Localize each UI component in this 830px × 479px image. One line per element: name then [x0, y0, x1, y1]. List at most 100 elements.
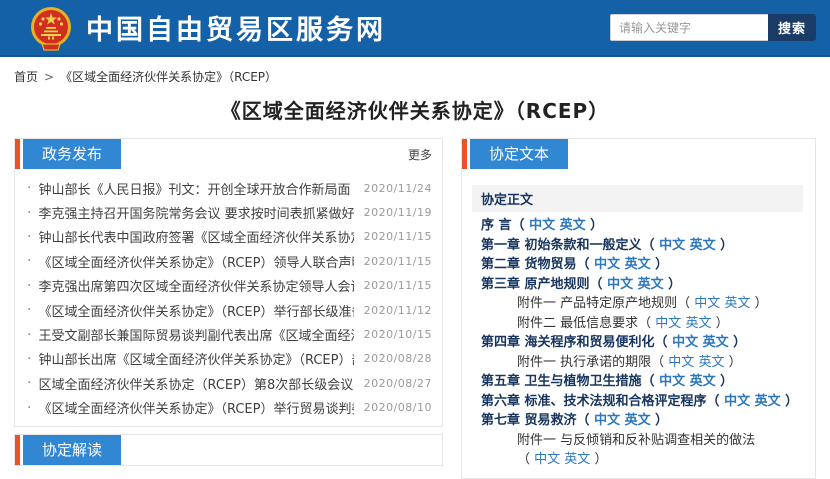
page-title: 《区域全面经济伙伴关系协定》（RCEP）	[0, 95, 830, 124]
paren-open-text: （	[590, 277, 608, 292]
news-item[interactable]: ·王受文副部长兼国际贸易谈判副代表出席《区域全面经济伙...2020/10/15	[25, 322, 432, 346]
entry-label: 第五章 卫生与植物卫生措施	[481, 374, 642, 389]
paren-close-text: ）	[724, 355, 741, 370]
agreement-chapter-row: 第一章 初始条款和一般定义（ 中文 英文 ）	[472, 236, 803, 256]
search-input[interactable]	[610, 14, 768, 41]
language-links: （ 中文 英文 ）	[642, 238, 734, 253]
search-button[interactable]: 搜索	[768, 14, 816, 41]
bullet-icon: ·	[27, 351, 31, 367]
news-item[interactable]: ·钟山部长代表中国政府签署《区域全面经济伙伴关系协定》...2020/11/15	[25, 225, 432, 249]
news-item-title: 钟山部长出席《区域全面经济伙伴关系协定》（RCEP）部长...	[38, 349, 353, 368]
news-item[interactable]: · 《区域全面经济伙伴关系协定》（RCEP）举行部长级准备（... 2020/11/…	[25, 298, 432, 322]
english-version-link[interactable]: 英文	[685, 316, 711, 331]
right-column: 协定文本 协定正文 序 言（ 中文 英文 ）第一章 初始条款和一般定义（ 中文 …	[461, 138, 816, 479]
english-version-link[interactable]: 英文	[560, 218, 586, 233]
language-links: （ 中文 英文 ）	[577, 413, 669, 428]
chinese-version-link[interactable]: 中文	[659, 374, 685, 389]
entry-label: 序 言	[481, 218, 512, 233]
english-version-link[interactable]: 英文	[724, 296, 750, 311]
paren-open-text: （	[642, 238, 660, 253]
left-column: 政务发布 更多 ·钟山部长《人民日报》刊文：开创全球开放合作新局面2020/11…	[14, 138, 443, 466]
english-version-link[interactable]: 英文	[564, 452, 590, 467]
bullet-icon: ·	[27, 229, 31, 245]
language-links: （ 中文 英文 ）	[590, 277, 682, 292]
news-item[interactable]: ·李克强出席第四次区域全面经济伙伴关系协定领导人会议 ...2020/11/15	[25, 274, 432, 298]
news-item-title: 《区域全面经济伙伴关系协定》（RCEP）举行部长级准备（...	[38, 301, 353, 320]
chinese-version-link[interactable]: 中文	[529, 218, 555, 233]
english-version-link[interactable]: 英文	[690, 238, 716, 253]
chinese-version-link[interactable]: 中文	[668, 355, 694, 370]
chinese-version-link[interactable]: 中文	[694, 296, 720, 311]
chinese-version-link[interactable]: 中文	[607, 277, 633, 292]
english-version-link[interactable]: 英文	[638, 277, 664, 292]
chinese-version-link[interactable]: 中文	[655, 316, 681, 331]
english-version-link[interactable]: 英文	[625, 257, 651, 272]
news-item[interactable]: ·区域全面经济伙伴关系协定（RCEP）第8次部长级会议《联...2020/08/…	[25, 371, 432, 395]
news-item[interactable]: ·李克强主持召开国务院常务会议 要求按时间表抓紧做好区...2020/11/19	[25, 200, 432, 224]
entry-label: 第三章 原产地规则	[481, 277, 590, 292]
agreement-chapter-row: 第二章 货物贸易（ 中文 英文 ）	[472, 255, 803, 275]
news-item-date: 2020/11/12	[364, 304, 432, 317]
interpretation-panel: 协定解读	[14, 434, 443, 466]
news-item-date: 2020/11/15	[364, 279, 432, 292]
language-links: （ 中文 英文 ）	[651, 355, 741, 370]
site-header: 中国自由贸易区服务网 搜索	[0, 0, 830, 57]
site-title: 中国自由贸易区服务网	[86, 8, 386, 47]
agreement-annex-row: 附件一 执行承诺的期限（ 中文 英文 ）	[472, 353, 803, 373]
chinese-version-link[interactable]: 中文	[672, 335, 698, 350]
chinese-version-link[interactable]: 中文	[659, 238, 685, 253]
english-version-link[interactable]: 英文	[690, 374, 716, 389]
bullet-icon: ·	[27, 375, 31, 391]
agreement-chapter-row: 第三章 原产地规则（ 中文 英文 ）	[472, 275, 803, 295]
main-content: 政务发布 更多 ·钟山部长《人民日报》刊文：开创全球开放合作新局面2020/11…	[0, 138, 830, 479]
english-version-link[interactable]: 英文	[625, 413, 651, 428]
agreement-entries: 序 言（ 中文 英文 ）第一章 初始条款和一般定义（ 中文 英文 ）第二章 货物…	[472, 216, 803, 470]
news-item-date: 2020/11/15	[364, 255, 432, 268]
accent-bar	[15, 435, 20, 465]
bullet-icon: ·	[27, 302, 31, 318]
news-more-link[interactable]: 更多	[408, 146, 442, 163]
news-item-title: 区域全面经济伙伴关系协定（RCEP）第8次部长级会议《联...	[38, 374, 353, 393]
entry-label: 第四章 海关程序和贸易便利化	[481, 335, 655, 350]
news-item[interactable]: ·《区域全面经济伙伴关系协定》（RCEP）举行贸易谈判委员...2020/08/…	[25, 396, 432, 420]
agreement-chapter-row: 第七章 贸易救济（ 中文 英文 ）	[472, 411, 803, 431]
english-version-link[interactable]: 英文	[703, 335, 729, 350]
breadcrumb-home-link[interactable]: 首页	[14, 68, 38, 85]
news-panel-title: 政务发布	[23, 139, 121, 169]
news-item-title: 《区域全面经济伙伴关系协定》（RCEP）领导人联合声明	[38, 252, 353, 271]
entry-label: 附件一 与反倾销和反补贴调查相关的做法	[517, 433, 755, 448]
agreement-chapter-row: 第四章 海关程序和贸易便利化（ 中文 英文 ）	[472, 333, 803, 353]
language-links: （ 中文 英文 ）	[577, 257, 669, 272]
language-links: （ 中文 英文 ）	[512, 218, 604, 233]
paren-close-text: ）	[590, 452, 607, 467]
language-links: （ 中文 英文 ）	[677, 296, 767, 311]
english-version-link[interactable]: 英文	[755, 394, 781, 409]
paren-open-text: （	[642, 374, 660, 389]
agreement-chapter-row: 第六章 标准、技术法规和合格评定程序（ 中文 英文 ）	[472, 392, 803, 412]
bullet-icon: ·	[27, 278, 31, 294]
bullet-icon: ·	[27, 253, 31, 269]
news-item[interactable]: · 《区域全面经济伙伴关系协定》（RCEP）领导人联合声明 2020/11/15	[25, 249, 432, 273]
chinese-version-link[interactable]: 中文	[594, 257, 620, 272]
entry-label: 附件一 执行承诺的期限	[517, 355, 651, 370]
news-item-date: 2020/08/28	[364, 352, 432, 365]
entry-label: 附件一 产品特定原产地规则	[517, 296, 677, 311]
entry-label: 第二章 货物贸易	[481, 257, 577, 272]
chinese-version-link[interactable]: 中文	[594, 413, 620, 428]
chinese-version-link[interactable]: 中文	[724, 394, 750, 409]
agreement-chapter-row: 第五章 卫生与植物卫生措施（ 中文 英文 ）	[472, 372, 803, 392]
agreement-text-body: 协定正文 序 言（ 中文 英文 ）第一章 初始条款和一般定义（ 中文 英文 ）第…	[462, 169, 815, 478]
english-version-link[interactable]: 英文	[698, 355, 724, 370]
chinese-version-link[interactable]: 中文	[534, 452, 560, 467]
paren-close-text: ）	[651, 257, 669, 272]
entry-label: 第六章 标准、技术法规和合格评定程序	[481, 394, 707, 409]
news-item-title: 《区域全面经济伙伴关系协定》（RCEP）举行贸易谈判委员...	[38, 398, 353, 417]
news-item[interactable]: ·钟山部长《人民日报》刊文：开创全球开放合作新局面2020/11/24	[25, 176, 432, 200]
agreement-chapter-row: 序 言（ 中文 英文 ）	[472, 216, 803, 236]
paren-open-text: （	[577, 257, 595, 272]
news-item-date: 2020/10/15	[364, 328, 432, 341]
paren-close-text: ）	[651, 413, 669, 428]
agreement-text-panel: 协定文本 协定正文 序 言（ 中文 英文 ）第一章 初始条款和一般定义（ 中文 …	[461, 138, 816, 479]
news-item-title: 钟山部长代表中国政府签署《区域全面经济伙伴关系协定》...	[38, 227, 353, 246]
news-item[interactable]: · 钟山部长出席《区域全面经济伙伴关系协定》（RCEP）部长... 2020/08/…	[25, 347, 432, 371]
